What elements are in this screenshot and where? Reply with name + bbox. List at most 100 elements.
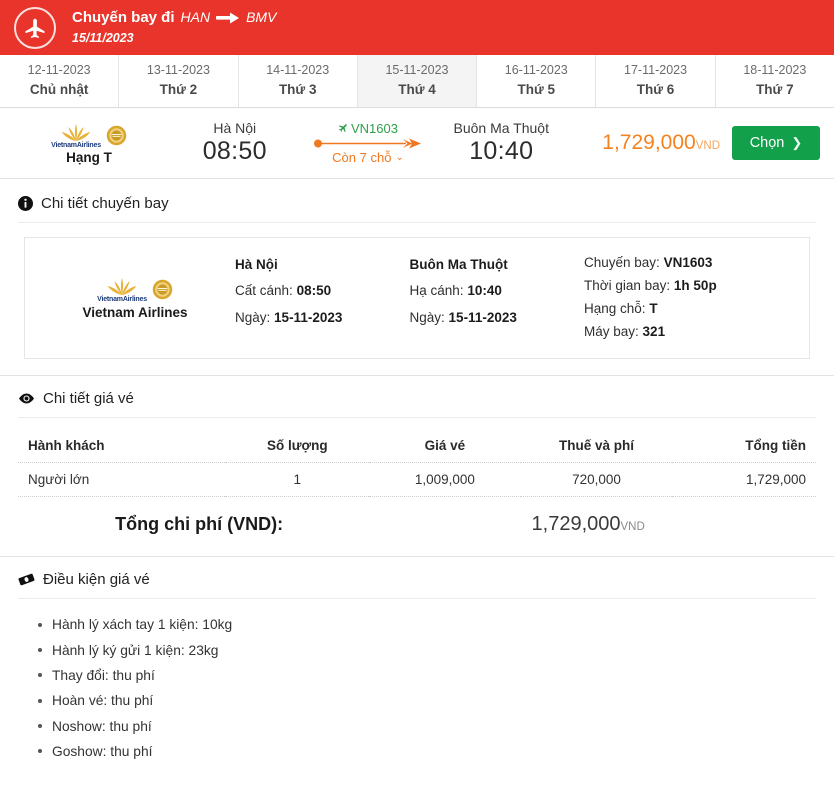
vietnam-airlines-logo: VietnamAirlines [14, 122, 164, 149]
flight-price-currency: VND [696, 140, 720, 152]
date-tab-weekday: Thứ 6 [598, 82, 712, 97]
detail-class-row: Hạng chỗ: T [584, 298, 799, 321]
airline-column: VietnamAirlines Hạng T [14, 122, 164, 165]
detail-aircraft-value: 321 [643, 324, 666, 339]
detail-departure-block: Hà Nội Cất cánh: 08:50 Ngày: 15-11-2023 [235, 252, 410, 344]
flight-detail-panel: Chi tiết chuyến bay [0, 179, 834, 376]
flight-path-column: VN1603 Còn 7 chỗ ⌄ [306, 121, 431, 165]
origin-code: HAN [181, 9, 211, 27]
price-table-header-row: Hành khách Số lượng Giá vé Thuế và phí T… [18, 432, 816, 463]
flight-number: VN1603 [351, 121, 398, 136]
fare-conditions-title-text: Điều kiện giá vé [43, 571, 150, 588]
list-item: Noshow: thu phí [52, 714, 816, 739]
seats-remaining-label: Còn 7 chỗ [332, 150, 391, 165]
detail-arrival-date-label: Ngày: [410, 310, 445, 325]
route-title: Chuyến bay đi HAN BMV [72, 9, 276, 28]
date-tab-4[interactable]: 16-11-2023 Thứ 5 [477, 55, 596, 107]
date-tab-1[interactable]: 13-11-2023 Thứ 2 [119, 55, 238, 107]
date-tab-date: 14-11-2023 [241, 63, 355, 77]
flight-result-row[interactable]: VietnamAirlines Hạng T Hà Nội 08:50 [0, 108, 834, 179]
date-tab-5[interactable]: 17-11-2023 Thứ 6 [596, 55, 715, 107]
date-tab-date: 13-11-2023 [121, 63, 235, 77]
chevron-right-icon: ❯ [791, 135, 802, 151]
grand-total-label: Tổng chi phí (VND): [28, 514, 370, 535]
detail-aircraft-label: Máy bay: [584, 324, 639, 339]
detail-arrival-city: Buôn Ma Thuột [410, 252, 585, 278]
grand-total-value: 1,729,000 [532, 513, 621, 535]
detail-arrival-time: 10:40 [467, 283, 502, 298]
detail-departure-date-row: Ngày: 15-11-2023 [235, 305, 410, 331]
detail-arrival-time-row: Hạ cánh: 10:40 [410, 278, 585, 304]
fare-conditions-panel: Điều kiện giá vé Hành lý xách tay 1 kiện… [0, 557, 834, 791]
grand-total-value-wrap: 1,729,000VND [370, 513, 806, 536]
detail-class-label: Hạng chỗ: [584, 301, 646, 316]
airline-wordmark-small: VietnamAirlines [51, 142, 101, 149]
cell-passenger: Người lớn [18, 462, 225, 496]
detail-info-block: Chuyến bay: VN1603 Thời gian bay: 1h 50p… [584, 252, 799, 344]
choose-column: Chọn ❯ [732, 126, 820, 160]
flight-number-row: VN1603 [310, 121, 427, 136]
col-total: Tổng tiền [672, 432, 816, 463]
table-row: Người lớn 1 1,009,000 720,000 1,729,000 [18, 462, 816, 496]
detail-arrival-block: Buôn Ma Thuột Hạ cánh: 10:40 Ngày: 15-11… [410, 252, 585, 344]
date-tab-weekday: Thứ 2 [121, 82, 235, 97]
ticket-icon [18, 572, 35, 587]
detail-flight-row: Chuyến bay: VN1603 [584, 252, 799, 275]
flight-path-line [310, 137, 427, 150]
list-item: Hoàn vé: thu phí [52, 689, 816, 714]
header-texts: Chuyến bay đi HAN BMV 15/11/2023 [72, 9, 276, 46]
cell-total: 1,729,000 [672, 462, 816, 496]
detail-arrival-date: 15-11-2023 [449, 310, 517, 325]
date-tab-0[interactable]: 12-11-2023 Chủ nhật [0, 55, 119, 107]
col-quantity: Số lượng [225, 432, 369, 463]
date-tab-weekday: Thứ 4 [360, 82, 474, 97]
date-tab-date: 17-11-2023 [598, 63, 712, 77]
flight-search-result-page: Chuyến bay đi HAN BMV 15/11/2023 12-11-2… [0, 0, 834, 793]
departure-column: Hà Nội 08:50 [164, 120, 306, 166]
detail-airline-name: Vietnam Airlines [82, 305, 187, 320]
detail-airline-logo: VietnamAirlines Vietnam Airlines [35, 252, 235, 344]
grand-total-currency: VND [621, 521, 645, 533]
seats-remaining-toggle[interactable]: Còn 7 chỗ ⌄ [310, 150, 427, 165]
price-column: 1,729,000VND [572, 131, 732, 155]
flight-price: 1,729,000 [602, 131, 695, 154]
date-tab-2[interactable]: 14-11-2023 Thứ 3 [239, 55, 358, 107]
choose-button-label: Chọn [750, 135, 785, 151]
date-tabs: 12-11-2023 Chủ nhật 13-11-2023 Thứ 2 14-… [0, 55, 834, 108]
arrival-time: 10:40 [431, 137, 573, 166]
airplane-icon [14, 7, 56, 49]
list-item: Goshow: thu phí [52, 739, 816, 764]
detail-arrival-time-label: Hạ cánh: [410, 283, 464, 298]
arrow-right-icon [216, 12, 240, 24]
destination-code: BMV [246, 9, 276, 27]
detail-departure-date-label: Ngày: [235, 310, 270, 325]
arrival-column: Buôn Ma Thuột 10:40 [431, 120, 573, 166]
date-tab-weekday: Thứ 3 [241, 82, 355, 97]
detail-duration-value: 1h 50p [674, 278, 717, 293]
col-fare: Giá vé [369, 432, 521, 463]
page-header: Chuyến bay đi HAN BMV 15/11/2023 [0, 0, 834, 55]
skytrax-seal-icon [152, 279, 173, 300]
choose-button[interactable]: Chọn ❯ [732, 126, 820, 160]
fare-class-label: Hạng T [14, 150, 164, 165]
list-item: Thay đổi: thu phí [52, 663, 816, 688]
detail-flight-value: VN1603 [664, 255, 713, 270]
airplane-small-icon [338, 121, 349, 136]
arrival-city: Buôn Ma Thuột [431, 120, 573, 136]
date-tab-3-selected[interactable]: 15-11-2023 Thứ 4 [358, 55, 477, 107]
cell-fare: 1,009,000 [369, 462, 521, 496]
detail-departure-time: 08:50 [297, 283, 332, 298]
date-tab-weekday: Thứ 5 [479, 82, 593, 97]
date-tab-date: 15-11-2023 [360, 63, 474, 77]
fare-conditions-title: Điều kiện giá vé [18, 571, 816, 599]
date-tab-date: 16-11-2023 [479, 63, 593, 77]
airline-wordmark-small: VietnamAirlines [97, 296, 147, 303]
detail-departure-time-label: Cất cánh: [235, 283, 293, 298]
price-detail-title: Chi tiết giá vé [18, 390, 816, 418]
date-tab-6[interactable]: 18-11-2023 Thứ 7 [716, 55, 834, 107]
fare-conditions-list: Hành lý xách tay 1 kiện: 10kg Hành lý ký… [18, 613, 816, 765]
skytrax-seal-icon [106, 125, 127, 146]
detail-arrival-date-row: Ngày: 15-11-2023 [410, 305, 585, 331]
detail-flight-label: Chuyến bay: [584, 255, 660, 270]
flight-detail-title-text: Chi tiết chuyến bay [41, 195, 169, 212]
